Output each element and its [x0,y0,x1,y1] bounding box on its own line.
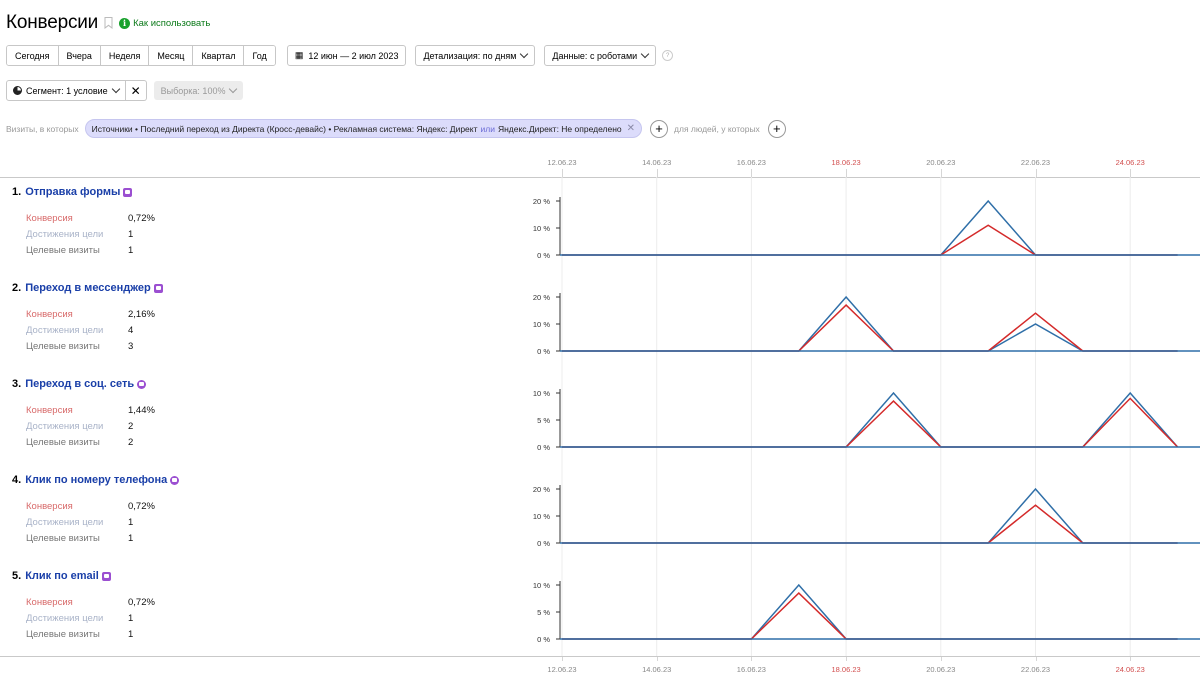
date-tick [940,657,942,661]
goal-chart: 10 % 5 % 0 % [533,581,1200,644]
series-line-blue [562,583,1178,640]
date-tick [1130,657,1132,661]
y-tick-label: 20 % [533,485,550,494]
y-tick-label: 20 % [533,293,550,302]
series-line-red [562,504,1178,544]
y-tick-label: 10 % [533,512,550,521]
y-tick-label: 0 % [537,347,550,356]
goal-chart: 20 % 10 % 0 % [533,293,1200,356]
y-tick-label: 0 % [537,443,550,452]
y-tick-label: 5 % [537,416,550,425]
series-line-red [562,397,1179,448]
y-tick-label: 5 % [537,608,550,617]
goal-chart: 10 % 5 % 0 % [533,389,1200,452]
date-tick [846,657,848,661]
y-tick-label: 0 % [537,635,550,644]
series-line-red [562,304,1178,352]
goal-chart: 20 % 10 % 0 % [533,485,1200,548]
y-tick-label: 0 % [537,251,550,260]
y-tick-label: 10 % [533,389,550,398]
y-tick-label: 0 % [537,539,550,548]
goal-chart: 20 % 10 % 0 % [533,197,1200,260]
date-tick [562,657,563,661]
series-line-blue [562,391,1179,448]
series-line-red [562,592,1178,640]
conversion-charts: 20 % 10 % 0 % 20 % 10 % 0 % 10 % 5 % 0 % 20 % 10 %… [533,177,1200,656]
date-tick [751,657,753,661]
date-tick [1035,657,1037,661]
series-line-blue [562,199,1178,256]
series-line-red [562,224,1178,256]
y-tick-label: 10 % [533,320,550,329]
series-line-blue [562,487,1178,544]
date-tick [656,657,658,661]
y-tick-label: 10 % [533,581,550,590]
y-tick-label: 20 % [533,197,550,206]
y-tick-label: 10 % [533,224,550,233]
date-axis-bottom: 12.06.23 14.06.23 16.06.23 18.06.23 20.06.23… [0,656,1200,674]
series-line-blue [562,295,1178,352]
